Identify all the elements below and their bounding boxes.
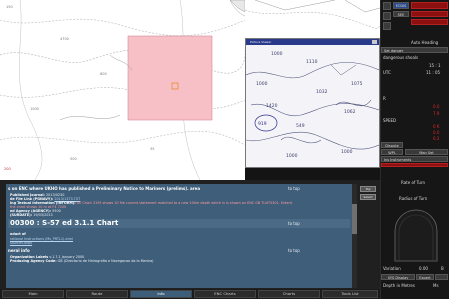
sounding-label: 1032: [316, 89, 328, 95]
depth-label: Depth in Metres: [383, 283, 415, 288]
chart-canvas: 150 4700 600 1000 35 500 200: [0, 0, 245, 180]
sounding-label: 1420: [266, 103, 278, 109]
sounding-label: 549: [296, 123, 305, 129]
value-readout: 7.9: [433, 111, 440, 116]
value-readout: 0.0: [433, 104, 440, 109]
layers-icon[interactable]: [383, 22, 391, 30]
sounding-label: 1000: [271, 51, 283, 57]
alarm-indicator: [381, 163, 448, 167]
b-label: B: [441, 266, 444, 271]
close-icon[interactable]: [372, 40, 377, 44]
utc-label: UTC: [383, 70, 391, 75]
r-label: R: [383, 96, 386, 101]
depth-label: 150: [6, 5, 13, 9]
wpl-button[interactable]: WPL: [381, 149, 403, 155]
enc-info-document[interactable]: s on ENC where UKHO has published a Prel…: [6, 184, 352, 288]
tab-charts[interactable]: Charts: [258, 290, 320, 298]
variation-readout: 0.00: [419, 266, 428, 271]
sounding-label: 1000: [286, 153, 298, 159]
tab-tools-list[interactable]: Tools List: [322, 290, 378, 298]
info-link[interactable]: sources.aspx: [10, 241, 32, 245]
north-up-icon[interactable]: [383, 2, 391, 10]
dangerous-shoals-label: dangerous shoals: [383, 55, 419, 60]
info-line: Producing Agency Code: GB (Directorio de…: [10, 259, 154, 263]
expert-button[interactable]: Expert: [416, 274, 434, 280]
rate-of-turn-label: Rate of Turn: [401, 180, 426, 185]
to-top-link[interactable]: to top: [288, 186, 300, 191]
alarm-indicator: [411, 19, 448, 25]
depth-label: 200: [4, 167, 11, 171]
depth-label: 500: [70, 157, 77, 161]
alarm-indicator: [411, 2, 448, 9]
spare-button[interactable]: [435, 274, 448, 280]
tab-route[interactable]: Route: [66, 290, 128, 298]
sounding-label: 919: [258, 121, 267, 127]
info-line: oduct of: [10, 232, 26, 236]
prelim-area-highlight[interactable]: [127, 35, 213, 121]
depth-label: 1000: [30, 107, 39, 111]
depth-label: 600: [100, 72, 107, 76]
sounding-label: 1000: [341, 149, 353, 155]
select-button[interactable]: Select: [360, 194, 376, 200]
instruments-button[interactable]: Ins Instruments: [381, 156, 448, 162]
depth-label: 4700: [60, 37, 69, 41]
tab-info[interactable]: Info: [130, 290, 192, 298]
chart-upper-canvas: [245, 0, 380, 29]
doc-scrollbar-thumb[interactable]: [352, 204, 357, 234]
dispute-button[interactable]: Dispute: [381, 142, 403, 148]
alarm-indicator: [411, 11, 448, 17]
sys-display-button[interactable]: SYS Display: [381, 274, 415, 280]
utc-time-readout: 11 : 05: [426, 70, 441, 75]
zoom-icon[interactable]: [383, 12, 391, 20]
to-top-link[interactable]: to top: [288, 221, 300, 226]
chart-view[interactable]: 150 4700 600 1000 35 500 200: [0, 0, 245, 180]
time-readout: 15 : 1: [429, 63, 441, 68]
picture-viewer-window[interactable]: Picture Viewer 1000 1110 1032 1075 1062 …: [245, 38, 380, 168]
info-line: (SURDATE): 19/03/2013: [10, 213, 53, 217]
sounding-label: 1075: [351, 81, 363, 87]
radius-of-turn-label: Radius of Turn: [399, 196, 428, 201]
top-button[interactable]: Top: [360, 186, 376, 192]
bottom-tab-bar: Main Route Info ENC Charts Charts Tools …: [0, 289, 380, 299]
set-danger-button[interactable]: Set danger: [381, 47, 448, 53]
to-top-link[interactable]: to top: [288, 248, 300, 253]
sounding-label: 1110: [306, 59, 318, 65]
ecdis-button[interactable]: ECDIS: [393, 2, 409, 9]
tab-main[interactable]: Main: [2, 290, 64, 298]
turn-indicator-gauge: [394, 209, 438, 262]
doc-scrollbar[interactable]: [352, 184, 357, 288]
depth-unit: Ms: [433, 283, 439, 288]
value-readout: 0.2: [433, 136, 440, 141]
auto-heading-label: Auto Heading: [411, 40, 439, 45]
depth-label: 35: [150, 147, 154, 151]
see-all-button[interactable]: SEE ALL: [393, 11, 409, 17]
man-set-button[interactable]: Man Set: [405, 149, 448, 155]
sounding-label: 1062: [344, 109, 356, 115]
speed-label: SPEED: [383, 118, 397, 123]
variation-label: Variation: [383, 266, 401, 271]
tab-enc-charts[interactable]: ENC Charts: [194, 290, 256, 298]
inset-chart-canvas: 1000 1110 1032 1075 1062 1420 549 919 10…: [246, 51, 379, 159]
sounding-label: 1000: [256, 81, 268, 87]
control-panel: ECDIS SEE ALL Auto Heading Set danger da…: [380, 0, 449, 299]
chart-view-upper[interactable]: [245, 0, 380, 38]
